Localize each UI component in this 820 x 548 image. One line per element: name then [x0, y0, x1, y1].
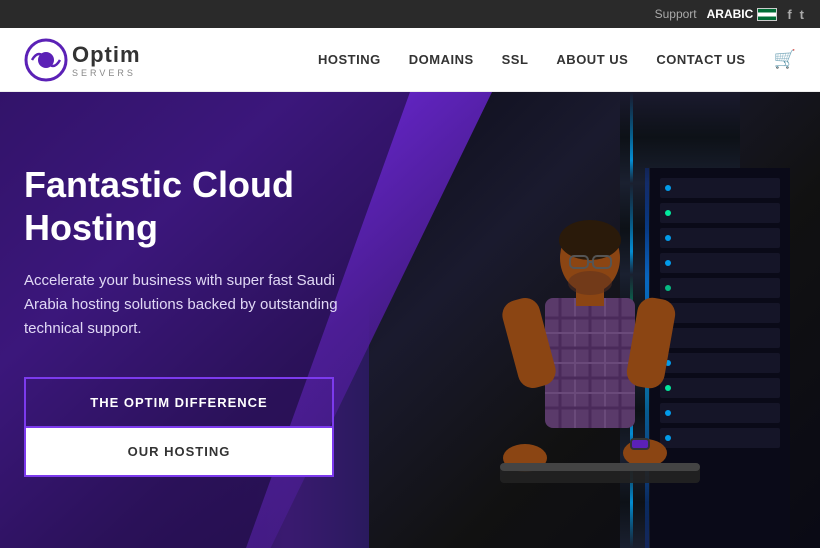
- language-label: ARABIC: [707, 7, 754, 21]
- hero-section: Fantastic Cloud Hosting Accelerate your …: [0, 92, 820, 548]
- nav-contact[interactable]: CONTACT US: [656, 52, 745, 67]
- our-hosting-button[interactable]: OUR HOSTING: [24, 428, 334, 477]
- social-links: f t: [787, 7, 804, 22]
- nav-ssl[interactable]: SSL: [502, 52, 529, 67]
- logo-optim-text: Optim: [72, 42, 141, 68]
- header: Optim SERVERS HOSTING DOMAINS SSL ABOUT …: [0, 28, 820, 92]
- hero-content: Fantastic Cloud Hosting Accelerate your …: [0, 92, 420, 548]
- logo-text: Optim SERVERS: [72, 42, 141, 78]
- main-nav: HOSTING DOMAINS SSL ABOUT US CONTACT US …: [318, 49, 796, 70]
- logo[interactable]: Optim SERVERS: [24, 38, 141, 82]
- logo-icon: [24, 38, 68, 82]
- top-bar: Support ARABIC f t: [0, 0, 820, 28]
- facebook-icon[interactable]: f: [787, 7, 791, 22]
- hero-title: Fantastic Cloud Hosting: [24, 163, 390, 249]
- support-label: Support: [655, 7, 697, 21]
- language-selector[interactable]: ARABIC: [707, 7, 778, 21]
- cart-icon[interactable]: 🛒: [774, 49, 796, 70]
- optim-difference-button[interactable]: THE OPTIM DIFFERENCE: [24, 377, 334, 428]
- hero-subtitle: Accelerate your business with super fast…: [24, 269, 344, 341]
- flag-icon: [757, 8, 777, 21]
- hero-buttons: THE OPTIM DIFFERENCE OUR HOSTING: [24, 377, 334, 477]
- nav-about[interactable]: ABOUT US: [556, 52, 628, 67]
- nav-hosting[interactable]: HOSTING: [318, 52, 381, 67]
- twitter-icon[interactable]: t: [800, 7, 804, 22]
- person-illustration: [410, 92, 820, 548]
- logo-servers-text: SERVERS: [72, 68, 141, 78]
- nav-domains[interactable]: DOMAINS: [409, 52, 474, 67]
